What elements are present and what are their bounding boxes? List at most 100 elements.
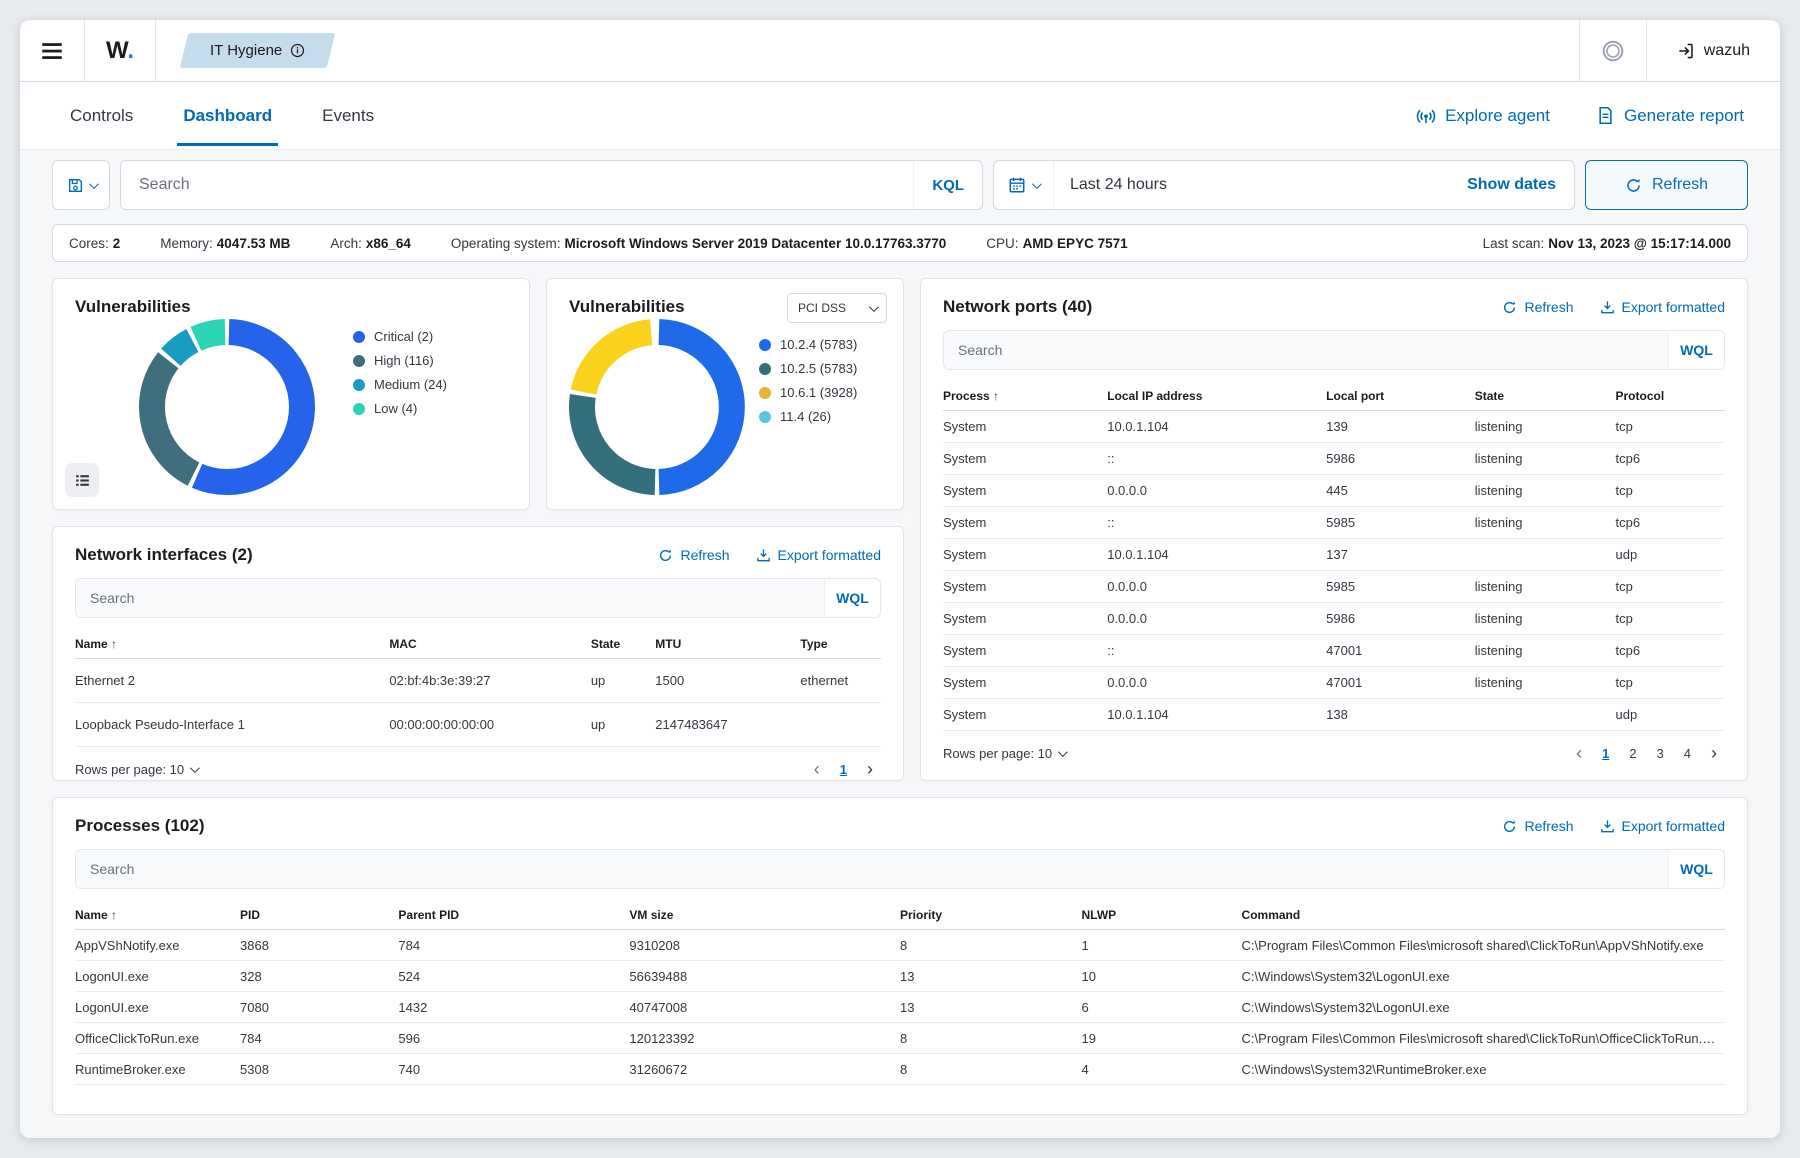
table-row[interactable]: System0.0.0.0445listeningtcp <box>943 475 1725 507</box>
calendar-button[interactable] <box>994 161 1054 209</box>
wql-toggle[interactable]: WQL <box>1668 850 1724 888</box>
requirement-select[interactable]: PCI DSS <box>787 293 887 323</box>
interfaces-search-bar: WQL <box>75 578 881 618</box>
donut-segment-10.2.5[interactable] <box>582 396 655 482</box>
search-input[interactable] <box>121 176 913 194</box>
column-header[interactable]: Priority <box>900 901 1082 930</box>
refresh-link[interactable]: Refresh <box>1502 299 1573 315</box>
column-header[interactable]: MTU <box>655 630 800 659</box>
pagination-page-4[interactable]: 4 <box>1676 743 1699 764</box>
export-formatted-link[interactable]: Export formatted <box>756 547 882 563</box>
legend-item[interactable]: High (116) <box>353 353 447 368</box>
table-row[interactable]: OfficeClickToRun.exe784596120123392819C:… <box>75 1023 1725 1054</box>
time-range-value[interactable]: Last 24 hours <box>1054 176 1449 194</box>
search-input[interactable] <box>944 331 1668 369</box>
table-cell: 13 <box>900 961 1082 992</box>
saved-queries-button[interactable] <box>52 160 110 210</box>
it-hygiene-tab[interactable]: IT Hygiene <box>180 33 336 68</box>
user-menu-button[interactable]: wazuh <box>1647 42 1780 60</box>
table-cell: 0.0.0.0 <box>1107 667 1326 699</box>
legend-item[interactable]: 10.2.4 (5783) <box>759 337 857 352</box>
status-circle-button[interactable] <box>1580 39 1646 63</box>
search-input[interactable] <box>76 850 1668 888</box>
table-row[interactable]: LogonUI.exe7080143240747008136C:\Windows… <box>75 992 1725 1023</box>
search-input[interactable] <box>76 579 824 617</box>
pagination-next[interactable]: › <box>1703 743 1725 764</box>
column-header[interactable]: VM size <box>629 901 900 930</box>
show-dates-button[interactable]: Show dates <box>1449 176 1574 194</box>
column-header[interactable]: Protocol <box>1616 382 1726 411</box>
network-interfaces-card: Network interfaces (2) Refresh <box>52 526 904 781</box>
legend-item[interactable]: Medium (24) <box>353 377 447 392</box>
table-row[interactable]: Ethernet 202:bf:4b:3e:39:27up1500etherne… <box>75 659 881 703</box>
table-row[interactable]: System::47001listeningtcp6 <box>943 635 1725 667</box>
column-header[interactable]: PID <box>240 901 398 930</box>
wql-toggle[interactable]: WQL <box>1668 331 1724 369</box>
menu-button[interactable] <box>20 38 84 64</box>
donut-segment-Critical[interactable] <box>197 332 302 482</box>
generate-report-button[interactable]: Generate report <box>1596 106 1744 126</box>
donut-segment-Medium[interactable] <box>171 340 193 357</box>
wql-toggle[interactable]: WQL <box>824 579 880 617</box>
tab-dashboard[interactable]: Dashboard <box>169 86 286 146</box>
export-formatted-link[interactable]: Export formatted <box>1600 818 1726 834</box>
table-row[interactable]: System0.0.0.05985listeningtcp <box>943 571 1725 603</box>
donut-segment-10.6.1[interactable] <box>584 332 652 392</box>
column-header[interactable]: Local IP address <box>1107 382 1326 411</box>
legend-item[interactable]: 10.2.5 (5783) <box>759 361 857 376</box>
legend-item[interactable]: 11.4 (26) <box>759 409 857 424</box>
tab-events[interactable]: Events <box>308 86 388 146</box>
pagination-next[interactable]: › <box>859 759 881 780</box>
export-formatted-link[interactable]: Export formatted <box>1600 299 1726 315</box>
kql-toggle[interactable]: KQL <box>913 161 982 209</box>
wazuh-logo[interactable]: W. <box>85 37 155 65</box>
column-header[interactable]: Parent PID <box>398 901 629 930</box>
column-header[interactable]: NLWP <box>1081 901 1241 930</box>
donut-segment-10.2.4[interactable] <box>659 332 732 482</box>
column-header[interactable]: State <box>591 630 655 659</box>
column-header[interactable]: Name ↑ <box>75 630 389 659</box>
column-header[interactable]: Type <box>800 630 881 659</box>
table-row[interactable]: System10.0.1.104139listeningtcp <box>943 411 1725 443</box>
table-row[interactable]: System0.0.0.05986listeningtcp <box>943 603 1725 635</box>
explore-agent-label: Explore agent <box>1445 106 1550 126</box>
table-row[interactable]: System0.0.0.047001listeningtcp <box>943 667 1725 699</box>
legend-item[interactable]: Critical (2) <box>353 329 447 344</box>
circle-icon <box>1601 39 1625 63</box>
column-header[interactable]: Process ↑ <box>943 382 1107 411</box>
rows-per-page-selector[interactable]: Rows per page: 10 <box>943 746 1065 761</box>
pagination-page-2[interactable]: 2 <box>1621 743 1644 764</box>
table-cell: System <box>943 699 1107 731</box>
refresh-icon <box>658 548 673 563</box>
refresh-button[interactable]: Refresh <box>1585 160 1748 210</box>
refresh-link[interactable]: Refresh <box>658 547 729 563</box>
rows-per-page-selector[interactable]: Rows per page: 10 <box>75 762 197 777</box>
legend-item[interactable]: Low (4) <box>353 401 447 416</box>
table-row[interactable]: AppVShNotify.exe3868784931020881C:\Progr… <box>75 930 1725 961</box>
view-as-list-button[interactable] <box>65 463 99 497</box>
column-header[interactable]: Command <box>1242 901 1725 930</box>
pagination-page-3[interactable]: 3 <box>1649 743 1672 764</box>
table-row[interactable]: System10.0.1.104138udp <box>943 699 1725 731</box>
column-header[interactable]: Name ↑ <box>75 901 240 930</box>
refresh-link[interactable]: Refresh <box>1502 818 1573 834</box>
table-row[interactable]: Loopback Pseudo-Interface 100:00:00:00:0… <box>75 703 881 747</box>
column-header[interactable]: State <box>1475 382 1616 411</box>
donut-segment-High[interactable] <box>152 360 194 474</box>
explore-agent-button[interactable]: Explore agent <box>1416 106 1550 126</box>
pagination-page-1[interactable]: 1 <box>1594 743 1617 764</box>
table-row[interactable]: RuntimeBroker.exe53087403126067284C:\Win… <box>75 1054 1725 1085</box>
table-row[interactable]: System10.0.1.104137udp <box>943 539 1725 571</box>
table-row[interactable]: LogonUI.exe328524566394881310C:\Windows\… <box>75 961 1725 992</box>
table-row[interactable]: System::5985listeningtcp6 <box>943 507 1725 539</box>
legend-item[interactable]: 10.6.1 (3928) <box>759 385 857 400</box>
table-row[interactable]: System::5986listeningtcp6 <box>943 443 1725 475</box>
column-header[interactable]: MAC <box>389 630 591 659</box>
column-header[interactable]: Local port <box>1326 382 1475 411</box>
donut-segment-Low[interactable] <box>196 332 225 339</box>
tab-controls[interactable]: Controls <box>56 86 147 146</box>
pagination-prev[interactable]: ‹ <box>806 759 828 780</box>
pagination-prev[interactable]: ‹ <box>1568 743 1590 764</box>
pagination-page-1[interactable]: 1 <box>832 759 855 780</box>
info-icon[interactable] <box>290 43 305 58</box>
